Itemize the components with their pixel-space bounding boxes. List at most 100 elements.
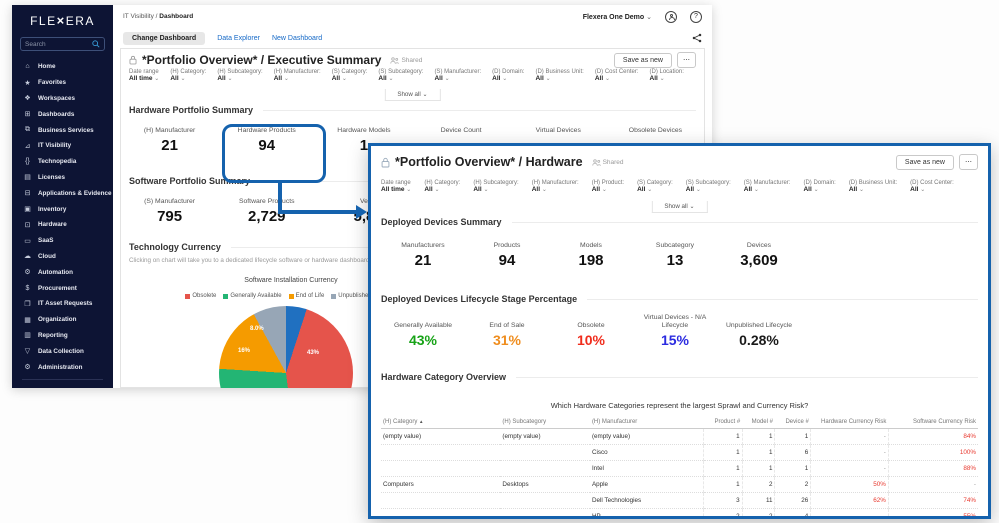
filter-value[interactable]: All ⌄ xyxy=(473,186,518,193)
avatar-icon[interactable] xyxy=(665,11,677,23)
filter-value[interactable]: All time ⌄ xyxy=(381,186,411,193)
column-header[interactable]: Hardware Currency Risk xyxy=(811,416,889,429)
filter-dropdown[interactable]: (S) Category: All ⌄ xyxy=(332,69,368,82)
filter-value[interactable]: All ⌄ xyxy=(686,186,731,193)
filter-value[interactable]: All ⌄ xyxy=(849,186,897,193)
legend-item[interactable]: Obsolete xyxy=(185,293,216,299)
breadcrumb-section[interactable]: IT Visibility xyxy=(123,13,154,20)
table-row[interactable]: Cisco 1 1 6 - 100% xyxy=(381,445,978,461)
sidebar-item[interactable]: $ Procurement xyxy=(12,280,113,296)
table-row[interactable]: Dell Technologies 3 11 26 62% 74% xyxy=(381,493,978,509)
filter-dropdown[interactable]: (S) Manufacturer: All ⌄ xyxy=(434,69,481,82)
filter-value[interactable]: All ⌄ xyxy=(592,186,624,193)
save-as-new-button[interactable]: Save as new xyxy=(896,155,954,170)
filter-dropdown[interactable]: (D) Cost Center: All ⌄ xyxy=(910,180,954,193)
filter-value[interactable]: All ⌄ xyxy=(492,75,524,82)
sidebar-item[interactable]: ⊟ Applications & Evidence xyxy=(12,185,113,201)
filter-value[interactable]: All ⌄ xyxy=(595,75,639,82)
column-header[interactable]: (H) Subcategory xyxy=(500,416,590,429)
legend-item[interactable]: Generally Available xyxy=(223,293,281,299)
filter-value[interactable]: All ⌄ xyxy=(650,75,684,82)
filter-dropdown[interactable]: (D) Business Unit: All ⌄ xyxy=(535,69,583,82)
more-options-button[interactable]: ⋯ xyxy=(959,154,978,170)
account-menu[interactable]: Flexera One Demo ⌄ xyxy=(583,13,652,21)
sidebar-item[interactable]: ⌂ Home xyxy=(12,59,113,75)
sidebar-item[interactable]: ▽ Data Collection xyxy=(12,343,113,359)
sidebar-item[interactable]: ⚙ Administration xyxy=(12,359,113,375)
filter-dropdown[interactable]: (S) Manufacturer: All ⌄ xyxy=(744,180,791,193)
search-input[interactable] xyxy=(25,41,92,48)
filter-dropdown[interactable]: (H) Subcategory: All ⌄ xyxy=(217,69,262,82)
filter-value[interactable]: All ⌄ xyxy=(274,75,321,82)
sidebar-item[interactable]: ▣ Inventory xyxy=(12,201,113,217)
filter-dropdown[interactable]: (S) Category: All ⌄ xyxy=(637,180,673,193)
filter-dropdown[interactable]: (H) Manufacturer: All ⌄ xyxy=(532,180,579,193)
change-dashboard-button[interactable]: Change Dashboard xyxy=(123,32,205,45)
more-options-button[interactable]: ⋯ xyxy=(677,52,696,68)
show-all-button[interactable]: Show all ⌄ xyxy=(384,89,440,101)
filter-value[interactable]: All ⌄ xyxy=(170,75,206,82)
table-row[interactable]: HP 2 2 4 - 55% xyxy=(381,509,978,520)
filter-dropdown[interactable]: (H) Category: All ⌄ xyxy=(170,69,206,82)
filter-dropdown[interactable]: (D) Business Unit: All ⌄ xyxy=(849,180,897,193)
share-icon[interactable] xyxy=(692,30,702,48)
filter-dropdown[interactable]: (D) Domain: All ⌄ xyxy=(492,69,524,82)
save-as-new-button[interactable]: Save as new xyxy=(614,53,672,68)
filter-dropdown[interactable]: (S) Subcategory: All ⌄ xyxy=(686,180,731,193)
sidebar-item[interactable]: ⊞ Dashboards xyxy=(12,106,113,122)
filter-value[interactable]: All ⌄ xyxy=(434,75,481,82)
column-header[interactable]: (H) Manufacturer xyxy=(590,416,703,429)
column-header[interactable]: Device # xyxy=(775,416,811,429)
filter-value[interactable]: All ⌄ xyxy=(803,186,835,193)
filter-value[interactable]: All time ⌄ xyxy=(129,75,159,82)
sidebar-item[interactable]: ⊿ IT Visibility xyxy=(12,138,113,154)
column-header[interactable]: Model # xyxy=(742,416,775,429)
filter-dropdown[interactable]: (H) Subcategory: All ⌄ xyxy=(473,180,518,193)
pie-chart[interactable]: 43% 16% 8.0% xyxy=(219,306,353,388)
column-header[interactable]: Software Currency Risk xyxy=(888,416,978,429)
filter-value[interactable]: All ⌄ xyxy=(332,75,368,82)
filter-dropdown[interactable]: (H) Product: All ⌄ xyxy=(592,180,624,193)
show-all-button[interactable]: Show all ⌄ xyxy=(651,201,707,213)
filter-dropdown[interactable]: (H) Manufacturer: All ⌄ xyxy=(274,69,321,82)
filter-value[interactable]: All ⌄ xyxy=(424,186,460,193)
filter-dropdown[interactable]: (S) Subcategory: All ⌄ xyxy=(378,69,423,82)
sidebar-item[interactable]: ❐ IT Asset Requests xyxy=(12,296,113,312)
filter-dropdown[interactable]: (D) Cost Center: All ⌄ xyxy=(595,69,639,82)
help-icon[interactable]: ? xyxy=(690,11,702,23)
sidebar-item[interactable]: ❖ Workspaces xyxy=(12,91,113,107)
filter-value[interactable]: All ⌄ xyxy=(217,75,262,82)
data-explorer-link[interactable]: Data Explorer xyxy=(217,35,260,42)
filter-dropdown[interactable]: (D) Location: All ⌄ xyxy=(650,69,684,82)
sidebar-item[interactable]: {} Technopedia xyxy=(12,154,113,170)
filter-dropdown[interactable]: (H) Category: All ⌄ xyxy=(424,180,460,193)
table-row[interactable]: (empty value) (empty value) (empty value… xyxy=(381,429,978,445)
table-row[interactable]: Intel 1 1 1 - 88% xyxy=(381,461,978,477)
filter-value[interactable]: All ⌄ xyxy=(637,186,673,193)
breadcrumb[interactable]: IT Visibility / Dashboard xyxy=(123,13,193,20)
sidebar-search[interactable] xyxy=(20,37,105,51)
table-row[interactable]: Computers Desktops Apple 1 2 2 50% - xyxy=(381,477,978,493)
column-header[interactable]: Product # xyxy=(703,416,742,429)
filter-dropdown[interactable]: Date range All time ⌄ xyxy=(381,180,411,193)
sidebar-item[interactable]: ▥ Reporting xyxy=(12,328,113,344)
sidebar-item[interactable]: ⊡ Hardware xyxy=(12,217,113,233)
filter-value[interactable]: All ⌄ xyxy=(744,186,791,193)
sidebar-item[interactable]: ▦ Organization xyxy=(12,312,113,328)
filter-value[interactable]: All ⌄ xyxy=(378,75,423,82)
sidebar-item[interactable]: ▤ Licenses xyxy=(12,170,113,186)
metric-value: 198 xyxy=(549,252,633,269)
filter-dropdown[interactable]: (D) Domain: All ⌄ xyxy=(803,180,835,193)
filter-value[interactable]: All ⌄ xyxy=(535,75,583,82)
legend-item[interactable]: End of Life xyxy=(289,293,325,299)
filter-value[interactable]: All ⌄ xyxy=(910,186,954,193)
sidebar-item[interactable]: ☁ Cloud xyxy=(12,249,113,265)
sidebar-item[interactable]: ⚙ Automation xyxy=(12,264,113,280)
filter-dropdown[interactable]: Date range All time ⌄ xyxy=(129,69,159,82)
new-dashboard-link[interactable]: New Dashboard xyxy=(272,35,322,42)
sidebar-item[interactable]: ▭ SaaS xyxy=(12,233,113,249)
sidebar-item[interactable]: ★ Favorites xyxy=(12,75,113,91)
column-header[interactable]: (H) Category ▲ xyxy=(381,416,500,429)
filter-value[interactable]: All ⌄ xyxy=(532,186,579,193)
sidebar-item[interactable]: ⧉ Business Services xyxy=(12,122,113,138)
